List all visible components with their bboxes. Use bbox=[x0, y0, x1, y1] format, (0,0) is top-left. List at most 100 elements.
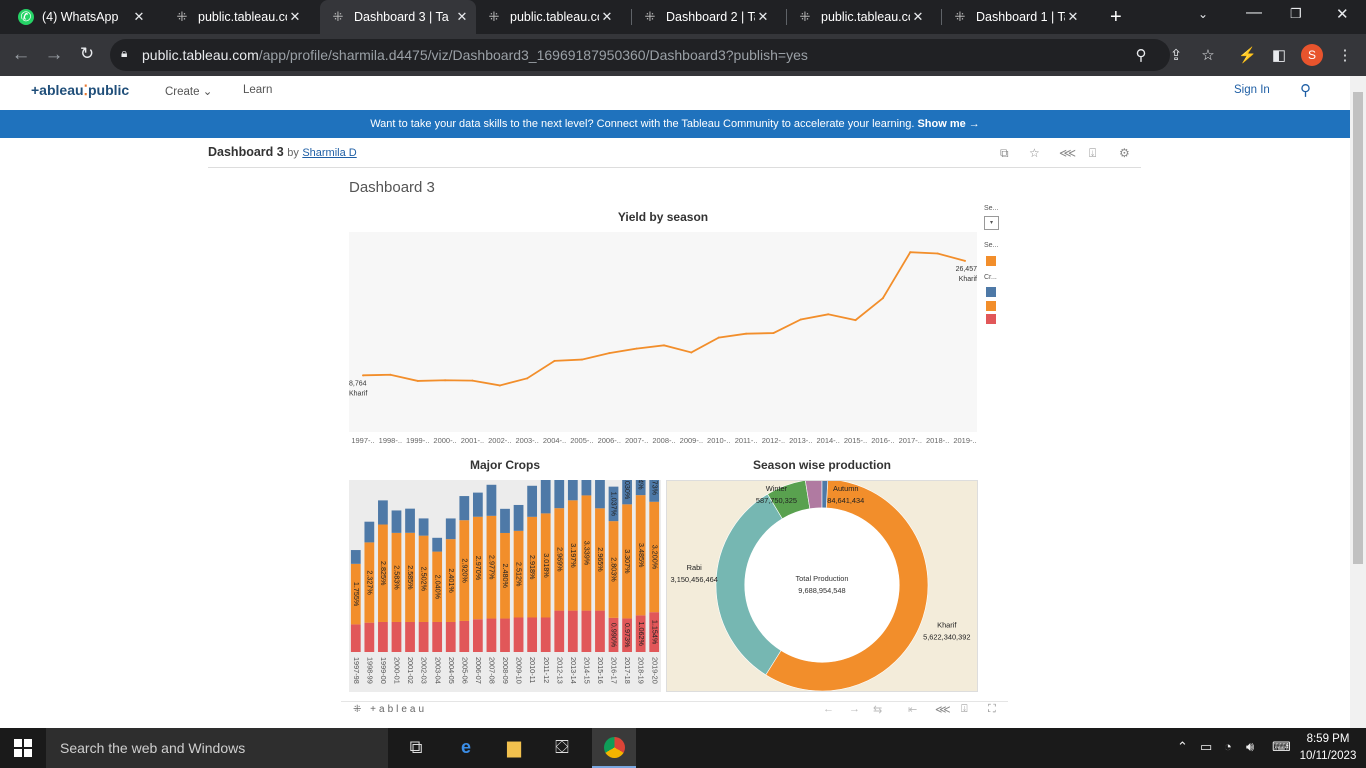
menu-kebab-icon[interactable]: ⋮ bbox=[1336, 46, 1354, 64]
zoom-icon[interactable]: ⚲ bbox=[1132, 46, 1150, 64]
profile-avatar[interactable]: S bbox=[1301, 44, 1323, 66]
bar-segment bbox=[472, 619, 483, 652]
new-tab-button[interactable]: + bbox=[1110, 6, 1122, 29]
x-tick-label: 2011-12 bbox=[542, 657, 551, 683]
bar-segment bbox=[391, 621, 402, 652]
bookmark-star-icon[interactable]: ☆ bbox=[1199, 46, 1217, 64]
scrollbar-thumb[interactable] bbox=[1353, 92, 1363, 564]
volume-icon[interactable]: 🔊︎ bbox=[1246, 739, 1254, 755]
banner-link[interactable]: Show me → bbox=[917, 118, 979, 130]
favorite-star-icon[interactable]: ☆ bbox=[1029, 146, 1040, 160]
viz-title-text: Dashboard 3 bbox=[208, 145, 284, 159]
data-point bbox=[635, 347, 638, 350]
reset-icon[interactable]: ⇤ bbox=[908, 703, 917, 716]
x-tick-label: 2005-.. bbox=[570, 436, 593, 445]
tab-tableau-3[interactable]: ⁜ public.tableau.co ✕ bbox=[787, 6, 932, 28]
tableau-public-logo[interactable]: +ableau⁚public bbox=[31, 82, 129, 99]
url-text[interactable]: public.tableau.com/app/profile/sharmila.… bbox=[142, 47, 808, 63]
tab-tableau-2[interactable]: ⁜ public.tableau.co ✕ bbox=[476, 6, 621, 28]
nav-create[interactable]: Create ⌄ bbox=[165, 84, 212, 98]
legend-swatch[interactable] bbox=[986, 256, 996, 266]
bar-data-label: 2.970% bbox=[474, 556, 483, 581]
task-view-icon[interactable]: ⧉ bbox=[396, 737, 436, 758]
nav-learn[interactable]: Learn bbox=[243, 84, 272, 96]
close-icon[interactable]: ✕ bbox=[1065, 9, 1081, 25]
legend-swatch[interactable] bbox=[986, 301, 996, 311]
tab-search-button[interactable]: ⌄ bbox=[1198, 7, 1208, 21]
fullscreen-icon[interactable]: ⛶ bbox=[988, 703, 996, 716]
chrome-icon bbox=[604, 737, 625, 758]
bar-segment bbox=[554, 610, 565, 652]
address-toolbar: ← → ↻ 🔒︎ public.tableau.com/app/profile/… bbox=[0, 34, 1366, 76]
filter-dropdown[interactable]: ▾ bbox=[984, 216, 999, 230]
download-icon[interactable]: ⍗ bbox=[1089, 146, 1096, 161]
bar-segment bbox=[567, 610, 578, 652]
close-icon[interactable]: ✕ bbox=[910, 9, 926, 25]
x-tick-label: 1998-.. bbox=[379, 436, 402, 445]
close-icon[interactable]: ✕ bbox=[131, 9, 147, 25]
bar-segment bbox=[554, 480, 565, 509]
legend-swatch[interactable] bbox=[986, 287, 996, 297]
close-window-button[interactable]: ✕ bbox=[1336, 5, 1349, 23]
taskbar-clock[interactable]: 8:59 PM 10/11/2023 bbox=[1298, 731, 1358, 765]
footer-logo-text: +ableau bbox=[370, 704, 428, 715]
restore-button[interactable]: ❐ bbox=[1290, 6, 1302, 22]
minimize-button[interactable]: — bbox=[1246, 4, 1262, 22]
side-panel-icon[interactable]: ◧ bbox=[1270, 46, 1288, 64]
share-icon[interactable]: ⋘ bbox=[935, 703, 951, 716]
close-icon[interactable]: ✕ bbox=[454, 9, 470, 25]
x-tick-label: 2016-17 bbox=[610, 657, 619, 684]
tab-dashboard-3[interactable]: ⁜ Dashboard 3 | Ta ✕ bbox=[320, 0, 476, 34]
omnibox[interactable]: 🔒︎ public.tableau.com/app/profile/sharmi… bbox=[110, 39, 1170, 71]
sign-in-link[interactable]: Sign In bbox=[1234, 84, 1270, 96]
url-domain: public.tableau.com bbox=[142, 47, 259, 63]
copy-icon[interactable]: ⧉ bbox=[1000, 146, 1009, 161]
legend-swatch[interactable] bbox=[986, 314, 996, 324]
back-button[interactable]: ← bbox=[9, 44, 33, 66]
close-icon[interactable]: ✕ bbox=[599, 9, 615, 25]
file-explorer-icon[interactable]: ▆ bbox=[494, 737, 534, 758]
close-icon[interactable]: ✕ bbox=[755, 9, 771, 25]
show-hidden-icons[interactable]: ⌃ bbox=[1177, 739, 1188, 755]
tab-whatsapp[interactable]: ✆ (4) WhatsApp ✕ bbox=[8, 6, 153, 28]
logo-main: +ableau bbox=[31, 82, 84, 98]
windows-start-button[interactable] bbox=[14, 739, 32, 757]
share-icon[interactable]: ⋘ bbox=[1059, 146, 1076, 160]
share-icon[interactable]: ⇪ bbox=[1167, 46, 1185, 64]
undo-icon[interactable]: ← bbox=[823, 703, 834, 715]
revert-icon[interactable]: ⇆ bbox=[873, 703, 882, 716]
search-icon[interactable]: ⚲ bbox=[1300, 81, 1311, 99]
chrome-taskbar-button[interactable] bbox=[592, 728, 636, 768]
settings-icon[interactable]: ⚙ bbox=[1119, 146, 1130, 160]
store-icon[interactable]: ⛋ bbox=[542, 737, 582, 758]
battery-icon[interactable]: ▭ bbox=[1200, 739, 1212, 755]
bar-segment bbox=[486, 484, 497, 516]
tab-tableau-1[interactable]: ⁜ public.tableau.co ✕ bbox=[164, 6, 309, 28]
tableau-icon: ⁜ bbox=[176, 9, 188, 24]
x-tick-label: 2002-.. bbox=[488, 436, 511, 445]
x-tick-label: 1998-99 bbox=[365, 657, 374, 684]
bar-segment bbox=[595, 610, 605, 652]
data-point bbox=[553, 359, 556, 362]
lock-icon: 🔒︎ bbox=[121, 46, 128, 60]
data-point bbox=[881, 297, 884, 300]
redo-icon[interactable]: → bbox=[849, 703, 860, 715]
extensions-icon[interactable]: ⚡ bbox=[1238, 46, 1257, 64]
close-icon[interactable]: ✕ bbox=[287, 9, 303, 25]
wifi-icon[interactable]: ◔ bbox=[1224, 739, 1232, 754]
season-donut-chart[interactable]: Total Production 9,688,954,548 Kharif 5,622… bbox=[666, 480, 978, 692]
tab-dashboard-1[interactable]: ⁜ Dashboard 1 | Ta ✕ bbox=[942, 6, 1087, 28]
yield-line-chart[interactable]: 1997-.. 1998-.. 1999-.. 2000-.. 2001-.. 2002-… bbox=[349, 232, 977, 447]
keyboard-icon[interactable]: ⌨ bbox=[1272, 739, 1291, 755]
reload-button[interactable]: ↻ bbox=[75, 44, 99, 64]
edge-icon[interactable]: e bbox=[446, 737, 486, 758]
slice-name-label: Kharif bbox=[937, 621, 957, 630]
taskbar-search-box[interactable]: Search the web and Windows bbox=[46, 728, 388, 768]
page-scrollbar[interactable] bbox=[1350, 76, 1366, 728]
viz-author-link[interactable]: Sharmila D bbox=[302, 147, 356, 159]
tab-dashboard-2[interactable]: ⁜ Dashboard 2 | Ta ✕ bbox=[632, 6, 777, 28]
forward-button[interactable]: → bbox=[42, 44, 66, 66]
download-icon[interactable]: ⍗ bbox=[961, 703, 968, 716]
bar-segment bbox=[581, 610, 592, 652]
major-crops-bar-chart[interactable]: 1.755% 1997-98 2.327% 1998-99 2.825% 1999-00 2… bbox=[349, 480, 661, 692]
